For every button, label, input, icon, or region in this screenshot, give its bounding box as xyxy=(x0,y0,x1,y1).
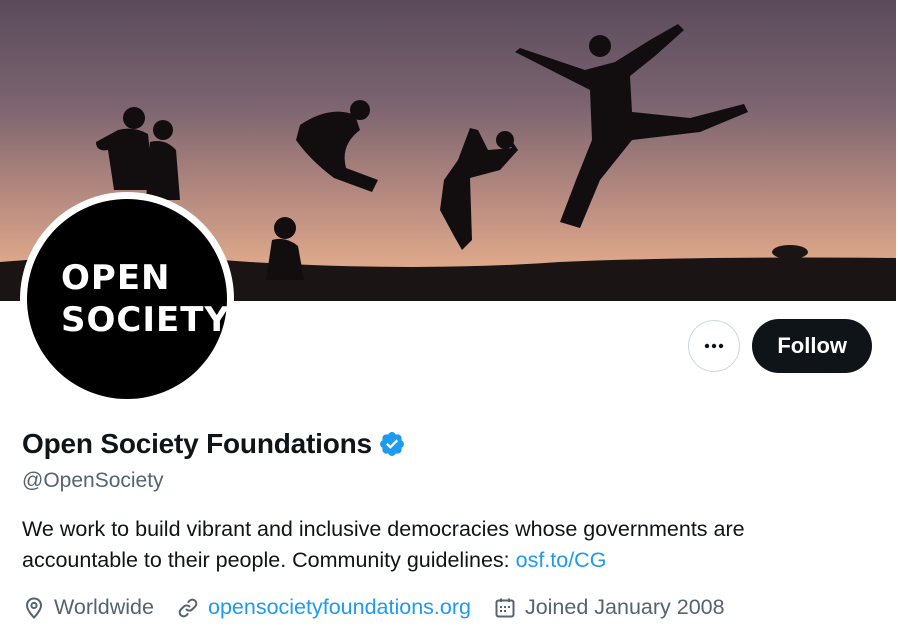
profile-bio: We work to build vibrant and inclusive d… xyxy=(22,514,862,576)
display-name: Open Society Foundations xyxy=(22,428,372,459)
website-link[interactable]: opensocietyfoundations.org xyxy=(208,595,471,620)
follow-button[interactable]: Follow xyxy=(752,319,872,373)
website-item: opensocietyfoundations.org xyxy=(176,595,471,620)
avatar-text-line2: SOCIETY xyxy=(61,300,231,340)
location-text: Worldwide xyxy=(54,595,154,619)
joined-item: Joined January 2008 xyxy=(493,595,725,620)
link-icon xyxy=(178,598,198,617)
calendar-icon xyxy=(495,598,515,617)
avatar-text-line1: OPEN xyxy=(61,258,171,298)
location-pin-icon xyxy=(25,596,43,619)
bio-link[interactable]: osf.to/CG xyxy=(516,548,607,572)
verified-badge-icon[interactable] xyxy=(378,430,406,458)
location-item: Worldwide xyxy=(22,595,154,620)
display-name-row: Open Society Foundations xyxy=(22,428,406,460)
profile-actions: Follow xyxy=(688,319,872,373)
avatar-logo: OPEN SOCIETY xyxy=(27,199,231,399)
profile-avatar[interactable]: OPEN SOCIETY xyxy=(20,192,234,406)
joined-text: Joined January 2008 xyxy=(524,595,725,619)
more-options-button[interactable] xyxy=(688,320,741,372)
profile-meta: Worldwide opensocietyfoundations.org Joi… xyxy=(22,595,747,620)
bio-text: We work to build vibrant and inclusive d… xyxy=(22,517,745,572)
profile-handle: @OpenSociety xyxy=(22,469,164,492)
more-horizontal-icon xyxy=(705,343,724,349)
